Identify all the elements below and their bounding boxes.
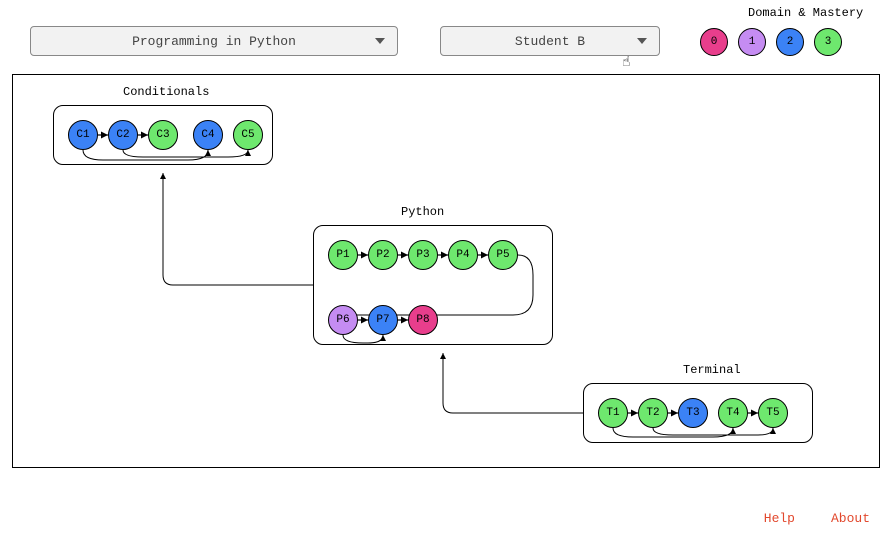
node-p6[interactable]: P6 (328, 305, 358, 335)
node-t1[interactable]: T1 (598, 398, 628, 428)
course-dropdown-label: Programming in Python (132, 34, 296, 49)
legend-title: Domain & Mastery (748, 6, 863, 20)
node-t4[interactable]: T4 (718, 398, 748, 428)
node-p8[interactable]: P8 (408, 305, 438, 335)
node-p4[interactable]: P4 (448, 240, 478, 270)
cursor-hand-icon: ☝ (622, 54, 630, 71)
node-p7[interactable]: P7 (368, 305, 398, 335)
course-dropdown[interactable]: Programming in Python (30, 26, 398, 56)
help-link[interactable]: Help (764, 511, 795, 526)
legend-level-0: 0 (700, 28, 728, 56)
student-dropdown-label: Student B (515, 34, 585, 49)
node-c1[interactable]: C1 (68, 120, 98, 150)
chevron-down-icon (375, 38, 385, 44)
node-p2[interactable]: P2 (368, 240, 398, 270)
node-c2[interactable]: C2 (108, 120, 138, 150)
node-t2[interactable]: T2 (638, 398, 668, 428)
legend-level-1: 1 (738, 28, 766, 56)
main-panel: Conditionals Python Terminal (12, 74, 880, 468)
node-c5[interactable]: C5 (233, 120, 263, 150)
legend-level-3: 3 (814, 28, 842, 56)
chevron-down-icon (637, 38, 647, 44)
legend-dots: 0 1 2 3 (700, 28, 842, 56)
node-p5[interactable]: P5 (488, 240, 518, 270)
node-t5[interactable]: T5 (758, 398, 788, 428)
node-c3[interactable]: C3 (148, 120, 178, 150)
node-t3[interactable]: T3 (678, 398, 708, 428)
group-title-python: Python (401, 205, 444, 219)
node-p1[interactable]: P1 (328, 240, 358, 270)
about-link[interactable]: About (831, 511, 870, 526)
group-title-conditionals: Conditionals (123, 85, 209, 99)
node-c4[interactable]: C4 (193, 120, 223, 150)
legend-level-2: 2 (776, 28, 804, 56)
group-title-terminal: Terminal (683, 363, 741, 377)
student-dropdown[interactable]: Student B (440, 26, 660, 56)
node-p3[interactable]: P3 (408, 240, 438, 270)
